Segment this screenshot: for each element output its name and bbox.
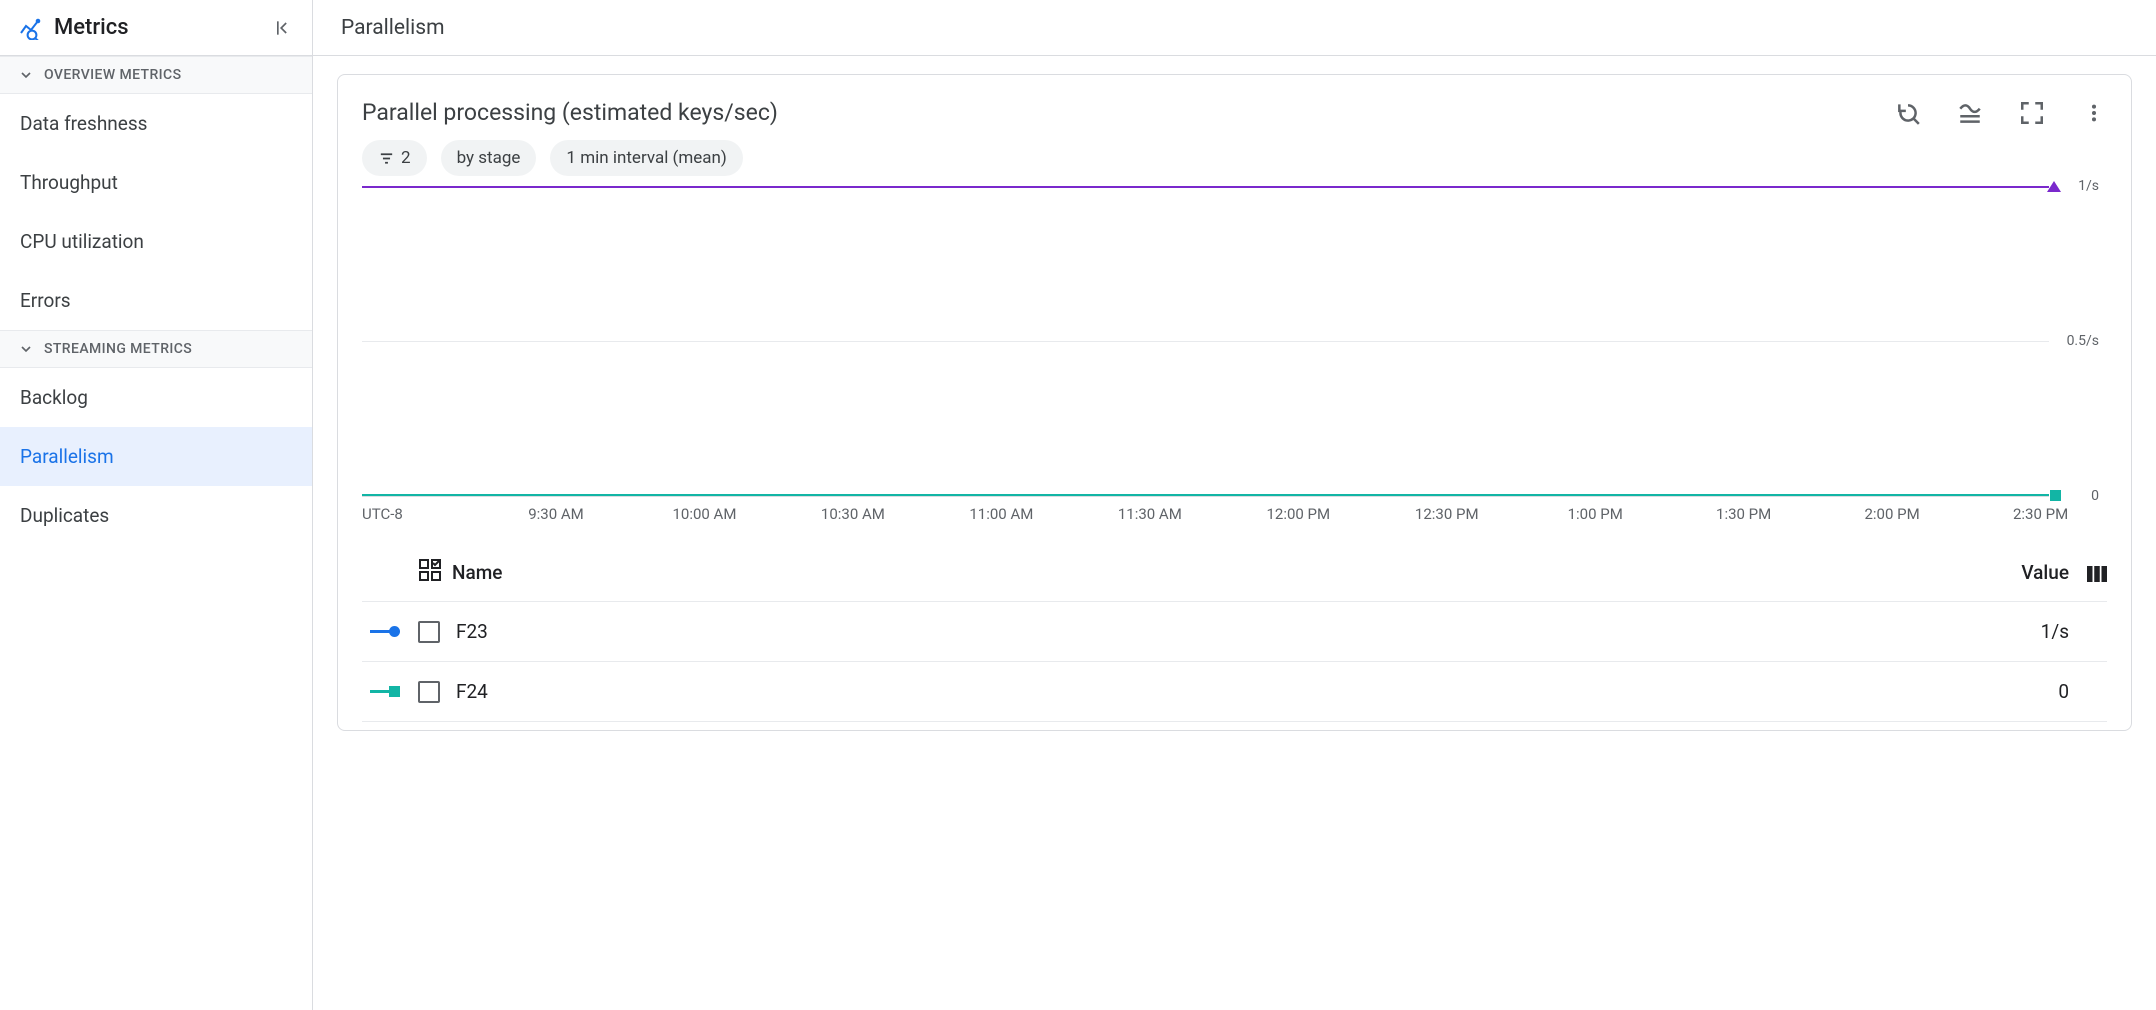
- nav-duplicates[interactable]: Duplicates: [0, 486, 312, 545]
- series-checkbox[interactable]: [418, 681, 440, 703]
- group-label: Overview Metrics: [44, 67, 181, 83]
- square-marker-icon: [2050, 490, 2061, 501]
- interval-chip[interactable]: 1 min interval (mean): [550, 140, 742, 176]
- sidebar-title: Metrics: [54, 15, 258, 40]
- chevron-down-icon: [18, 67, 34, 83]
- legend-header-value: Value: [2021, 561, 2069, 584]
- legend-toggle-icon[interactable]: [1957, 100, 1983, 126]
- group-header-overview[interactable]: Overview Metrics: [0, 56, 312, 94]
- nav-throughput[interactable]: Throughput: [0, 153, 312, 212]
- y-tick: 1/s: [2078, 178, 2099, 194]
- chart-title: Parallel processing (estimated keys/sec): [362, 99, 1895, 126]
- x-tick: 12:30 PM: [1415, 505, 1479, 523]
- main: Parallelism Parallel processing (estimat…: [313, 0, 2156, 1010]
- x-tick: 2:00 PM: [1864, 505, 1919, 523]
- triangle-marker-icon: [2047, 181, 2061, 192]
- x-tick: 9:30 AM: [528, 505, 584, 523]
- filter-icon: [378, 150, 395, 167]
- series-value: 1/s: [2041, 620, 2069, 643]
- chevron-down-icon: [18, 341, 34, 357]
- series-line-f23: [362, 186, 2049, 188]
- x-tick: 12:00 PM: [1266, 505, 1330, 523]
- more-vert-icon[interactable]: [2081, 100, 2107, 126]
- legend-header-name: Name: [452, 561, 502, 584]
- nav-backlog[interactable]: Backlog: [0, 368, 312, 427]
- metrics-icon: [18, 16, 42, 40]
- group-header-streaming[interactable]: Streaming Metrics: [0, 330, 312, 368]
- filter-chip[interactable]: 2: [362, 140, 427, 176]
- reset-zoom-icon[interactable]: [1895, 100, 1921, 126]
- timezone-label: UTC-8: [362, 505, 403, 523]
- legend-row: F23 1/s: [362, 602, 2107, 662]
- x-tick: 10:00 AM: [672, 505, 736, 523]
- series-swatch-f23: [362, 630, 398, 633]
- group-label: Streaming Metrics: [44, 341, 192, 357]
- chart-toolbar: [1895, 100, 2107, 126]
- nav-cpu-utilization[interactable]: CPU utilization: [0, 212, 312, 271]
- nav-errors[interactable]: Errors: [0, 271, 312, 330]
- chart-card: Parallel processing (estimated keys/sec): [337, 74, 2132, 731]
- legend-table: Name Value F23 1/s: [362, 544, 2107, 722]
- y-tick: 0: [2091, 488, 2099, 504]
- x-axis: UTC-8 9:30 AM 10:00 AM 10:30 AM 11:00 AM…: [362, 496, 2049, 526]
- series-name: F24: [456, 680, 2058, 703]
- nav-data-freshness[interactable]: Data freshness: [0, 94, 312, 153]
- sidebar: Metrics Overview Metrics Data freshness …: [0, 0, 313, 1010]
- collapse-sidebar-button[interactable]: [270, 16, 294, 40]
- groupby-chip[interactable]: by stage: [441, 140, 537, 176]
- series-swatch-f24: [362, 690, 398, 693]
- columns-icon[interactable]: [2085, 562, 2107, 584]
- chart-plot: 1/s 0.5/s 0 UTC-8 9:30 AM 10:00 AM 10:30…: [362, 186, 2107, 722]
- x-tick: 1:00 PM: [1568, 505, 1623, 523]
- y-tick: 0.5/s: [2067, 333, 2099, 349]
- series-checkbox[interactable]: [418, 621, 440, 643]
- x-tick: 10:30 AM: [821, 505, 885, 523]
- x-tick: 11:30 AM: [1118, 505, 1182, 523]
- x-tick: 1:30 PM: [1716, 505, 1771, 523]
- x-tick: 11:00 AM: [969, 505, 1033, 523]
- select-all-icon[interactable]: [418, 558, 442, 587]
- page-title: Parallelism: [313, 0, 2156, 56]
- fullscreen-icon[interactable]: [2019, 100, 2045, 126]
- series-value: 0: [2058, 680, 2069, 703]
- series-name: F23: [456, 620, 2041, 643]
- nav-parallelism[interactable]: Parallelism: [0, 427, 312, 486]
- sidebar-header: Metrics: [0, 0, 312, 56]
- legend-row: F24 0: [362, 662, 2107, 722]
- x-tick: 2:30 PM: [2013, 505, 2068, 523]
